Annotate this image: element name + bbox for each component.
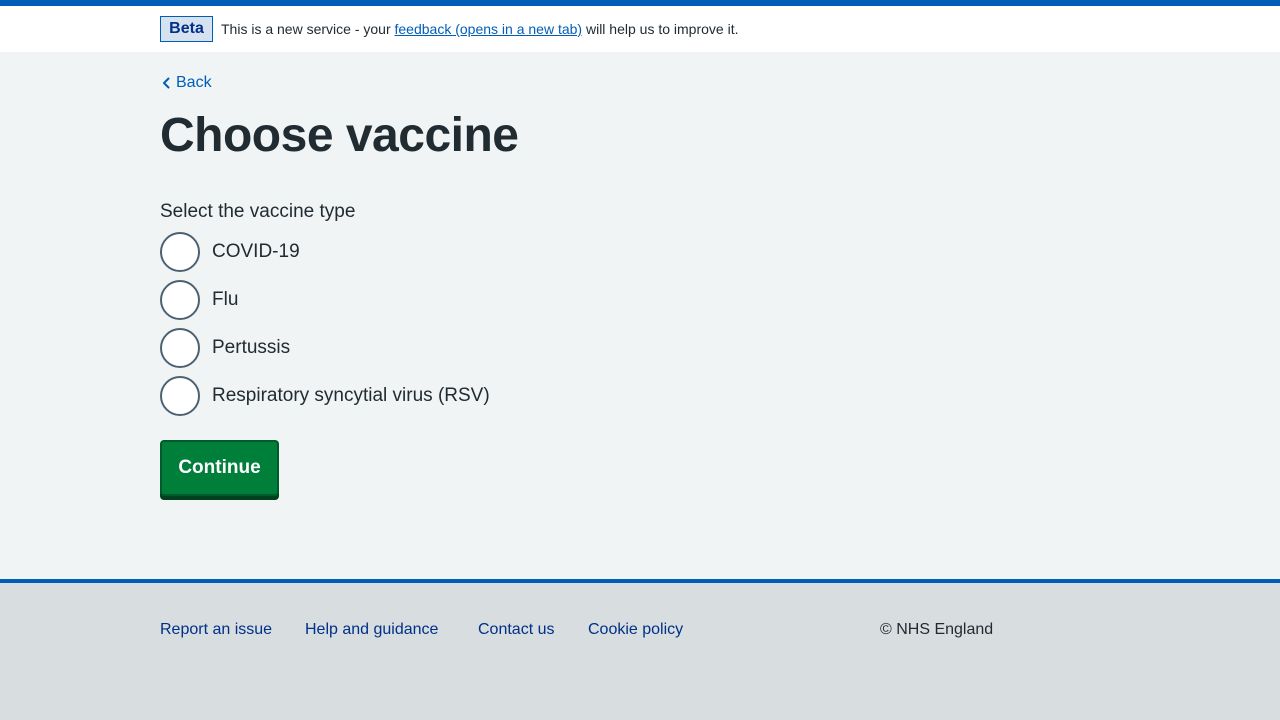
radio-button[interactable]	[160, 232, 200, 272]
footer-link-cookie-policy[interactable]: Cookie policy	[588, 619, 683, 641]
phase-text-before: This is a new service - your	[221, 21, 395, 37]
chevron-left-icon	[163, 77, 170, 89]
phase-tag: Beta	[160, 16, 213, 42]
phase-banner-text: This is a new service - your feedback (o…	[221, 20, 738, 38]
radio-option-flu[interactable]: Flu	[160, 280, 560, 320]
continue-button[interactable]: Continue	[160, 440, 279, 496]
back-link-label: Back	[176, 74, 212, 91]
radio-label: Flu	[212, 289, 239, 310]
feedback-link[interactable]: feedback (opens in a new tab)	[395, 21, 583, 37]
radio-option-rsv[interactable]: Respiratory syncytial virus (RSV)	[160, 376, 560, 416]
form-legend: Select the vaccine type	[160, 201, 356, 222]
footer-copyright: © NHS England	[880, 621, 994, 638]
radio-button[interactable]	[160, 328, 200, 368]
radio-label: COVID-19	[212, 241, 300, 262]
phase-banner: Beta This is a new service - your feedba…	[0, 6, 1280, 52]
footer-link-contact-us[interactable]: Contact us	[478, 619, 554, 641]
back-link[interactable]: Back	[160, 72, 212, 94]
footer-link-help-guidance[interactable]: Help and guidance	[305, 619, 438, 641]
page-title: Choose vaccine	[160, 109, 519, 162]
radio-label: Respiratory syncytial virus (RSV)	[212, 385, 490, 406]
radio-button[interactable]	[160, 280, 200, 320]
footer-link-report-issue[interactable]: Report an issue	[160, 619, 272, 641]
radio-label: Pertussis	[212, 337, 291, 358]
radio-button[interactable]	[160, 376, 200, 416]
radio-option-covid-19[interactable]: COVID-19	[160, 232, 560, 272]
footer: Report an issue Help and guidance Contac…	[0, 579, 1280, 720]
phase-text-after: will help us to improve it.	[582, 21, 739, 37]
radio-option-pertussis[interactable]: Pertussis	[160, 328, 560, 368]
